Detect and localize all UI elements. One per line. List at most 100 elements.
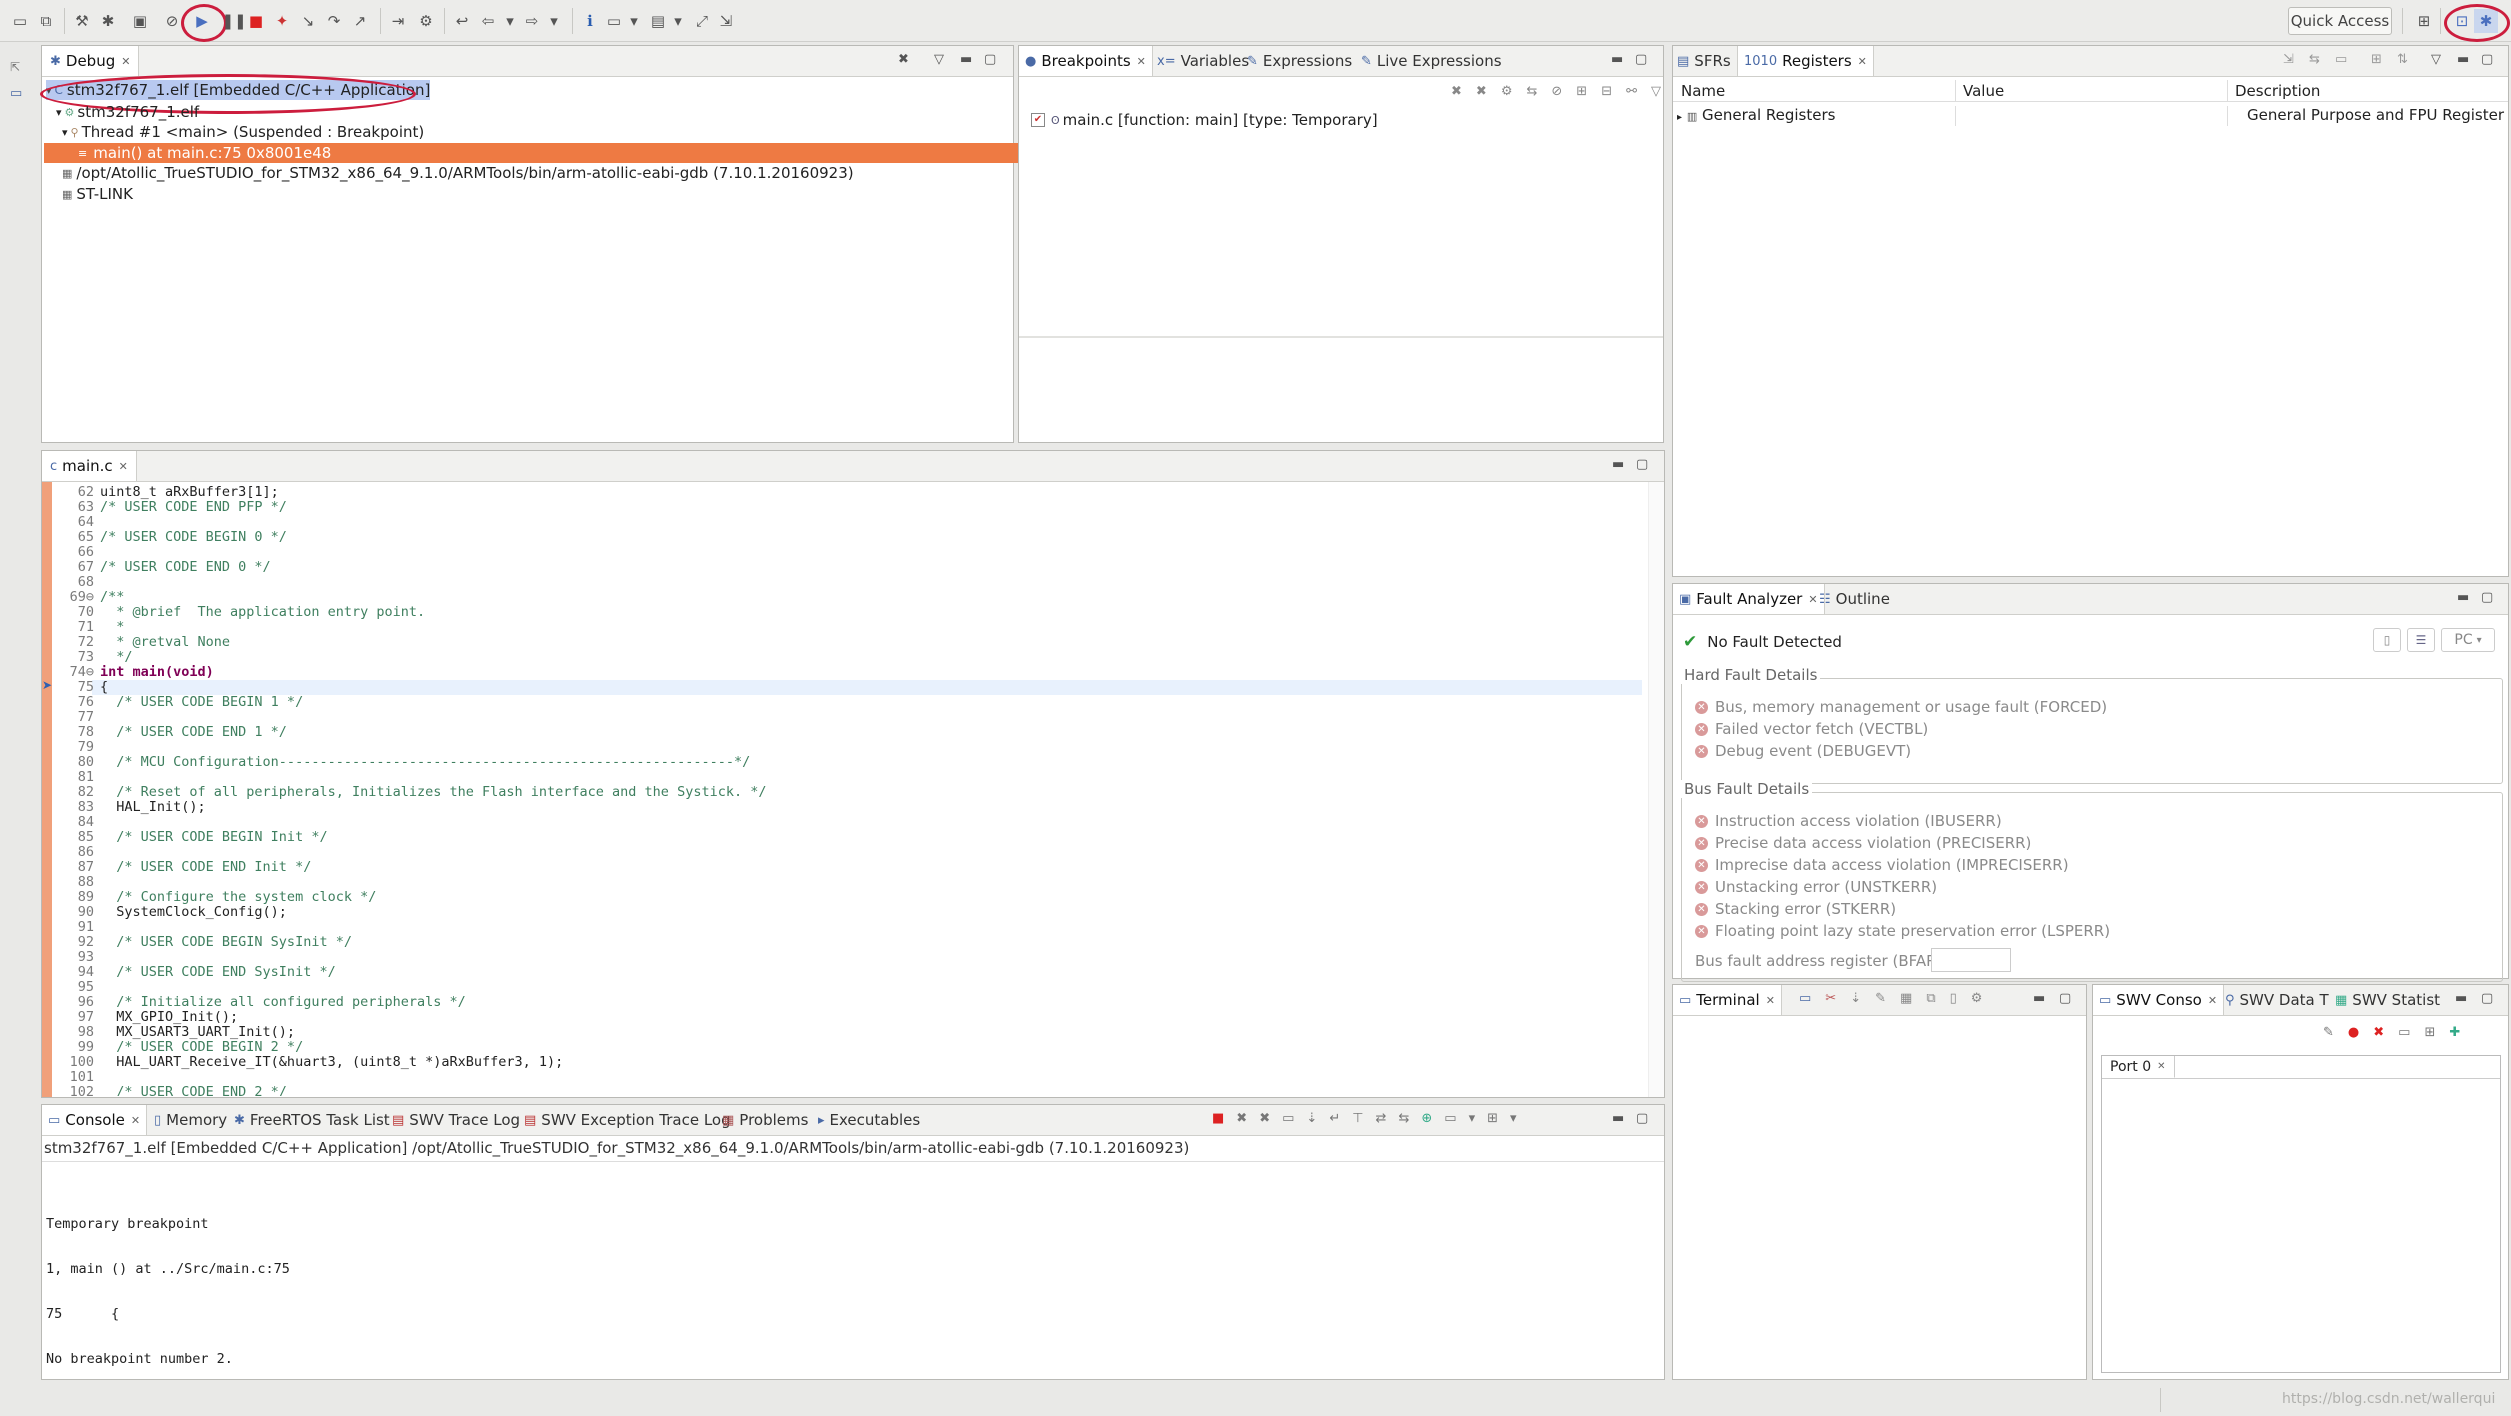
display-console-icon[interactable]: ▭ <box>1444 1111 1456 1126</box>
nav-forward-icon[interactable]: ⇨ <box>520 9 544 33</box>
nav-back-icon[interactable]: ⇦ <box>476 9 500 33</box>
code-line[interactable]: 70 * @brief The application entry point. <box>50 604 425 620</box>
clear-console-icon[interactable]: ▭ <box>1282 1111 1294 1126</box>
chevron-down-icon[interactable]: ▾ <box>498 9 522 33</box>
step-return-icon[interactable]: ↗ <box>348 9 372 33</box>
scroll-lock-icon[interactable]: ⇣ <box>1850 991 1861 1006</box>
tab-debug[interactable]: ✱ Debug ✕ <box>42 46 140 76</box>
chevron-right-icon[interactable]: ▸ <box>1677 112 1682 123</box>
minimized-view-icon[interactable]: ▭ <box>10 86 22 101</box>
code-line[interactable]: 90 SystemClock_Config(); <box>50 904 287 920</box>
register-action-icon[interactable]: ⇆ <box>2309 52 2320 67</box>
exit-icon[interactable]: ⇲ <box>714 9 738 33</box>
record-icon[interactable]: ● <box>2348 1025 2359 1040</box>
code-line[interactable]: 86 <box>50 844 100 860</box>
remove-launch-icon[interactable]: ✖ <box>1236 1111 1247 1126</box>
register-action-icon[interactable]: ⇲ <box>2283 52 2294 67</box>
minimize-icon[interactable]: ▬ <box>960 52 972 67</box>
scroll-lock-icon[interactable]: ⇣ <box>1306 1111 1317 1126</box>
new-console-icon[interactable]: ⊞ <box>1487 1111 1498 1126</box>
tab-console[interactable]: ▭ Console ✕ <box>42 1105 148 1135</box>
save-icon[interactable]: ▭ <box>8 9 32 33</box>
code-line[interactable]: 74⊖ int main(void) <box>50 664 214 680</box>
code-line[interactable]: 91 <box>50 919 100 935</box>
external-tools-icon[interactable]: ⚙ <box>414 9 438 33</box>
overview-ruler[interactable] <box>1648 482 1664 1097</box>
clear-icon[interactable]: ▭ <box>2398 1025 2410 1040</box>
code-line[interactable]: 87 /* USER CODE END Init */ <box>50 859 312 875</box>
code-line[interactable]: 76 /* USER CODE BEGIN 1 */ <box>50 694 303 710</box>
details-icon[interactable]: ☰ <box>2407 628 2435 652</box>
close-icon[interactable]: ✕ <box>2157 1061 2165 1072</box>
tab-main-c[interactable]: c main.c ✕ <box>42 451 137 481</box>
code-line[interactable]: 94 /* USER CODE END SysInit */ <box>50 964 336 980</box>
maximize-icon[interactable]: ▢ <box>1636 1111 1648 1126</box>
code-line[interactable]: 83 HAL_Init(); <box>50 799 206 815</box>
close-icon[interactable]: ✕ <box>119 460 128 473</box>
disconnect-icon[interactable]: ✦ <box>270 9 294 33</box>
tab-swv-exception-trace-log[interactable]: ▤ SWV Exception Trace Log <box>524 1105 731 1135</box>
copy-icon[interactable]: ⧉ <box>1926 991 1935 1006</box>
column-divider[interactable] <box>1955 80 1956 102</box>
register-action-icon[interactable]: ⇅ <box>2397 52 2408 67</box>
code-area[interactable]: 62 uint8_t aRxBuffer3[1]; 63 /* USER CODE E… <box>50 484 1640 1096</box>
close-icon[interactable]: ✕ <box>1808 593 1817 606</box>
code-line[interactable]: 97 MX_GPIO_Init(); <box>50 1009 238 1025</box>
show-on-error-icon[interactable]: ⇆ <box>1398 1111 1409 1126</box>
remove-all-icon[interactable]: ✖ <box>1259 1111 1270 1126</box>
chevron-down-icon[interactable]: ▾ <box>542 9 566 33</box>
close-icon[interactable]: ✕ <box>1766 994 1775 1007</box>
remove-all-terminated-icon[interactable]: ✖ <box>898 52 909 67</box>
open-perspective-icon[interactable]: ⊞ <box>2412 9 2436 33</box>
chevron-down-icon[interactable]: ▾ <box>1510 1111 1517 1126</box>
code-line[interactable]: 71 * <box>50 619 125 635</box>
skip-all-icon[interactable]: ⊘ <box>1551 84 1562 104</box>
expand-all-icon[interactable]: ⊞ <box>1576 84 1587 104</box>
code-line[interactable]: 95 <box>50 979 100 995</box>
detail-pane-divider[interactable] <box>1019 336 1663 338</box>
minimize-icon[interactable]: ▬ <box>1612 457 1624 472</box>
maximize-icon[interactable]: ▢ <box>2481 991 2493 1006</box>
register-action-icon[interactable]: ▭ <box>2335 52 2347 67</box>
tab-terminal[interactable]: ▭ Terminal ✕ <box>1673 985 1782 1015</box>
code-line[interactable]: 88 <box>50 874 100 890</box>
maximize-icon[interactable]: ▢ <box>1636 457 1648 472</box>
step-into-icon[interactable]: ↘ <box>296 9 320 33</box>
tab-live-expressions[interactable]: ✎ Live Expressions <box>1361 46 1502 76</box>
code-line[interactable]: 93 <box>50 949 100 965</box>
tab-freertos[interactable]: ✱ FreeRTOS Task List <box>234 1105 390 1135</box>
code-line[interactable]: 78 /* USER CODE END 1 */ <box>50 724 287 740</box>
quick-access-input[interactable]: Quick Access <box>2288 7 2392 35</box>
close-icon[interactable]: ✕ <box>121 55 130 68</box>
tab-breakpoints[interactable]: ● Breakpoints ✕ <box>1019 46 1153 76</box>
terminate-icon[interactable]: ■ <box>244 9 268 33</box>
table-row[interactable]: ▸ ▥ General Registers General Purpose an… <box>1673 106 2508 126</box>
close-icon[interactable]: ✕ <box>1137 55 1146 68</box>
maximize-icon[interactable]: ▢ <box>2481 52 2493 67</box>
column-name[interactable]: Name <box>1681 82 1725 100</box>
back-icon[interactable]: ↩ <box>450 9 474 33</box>
breakpoint-entry[interactable]: ✔ ʘ main.c [function: main] [type: Tempo… <box>1031 110 1378 130</box>
pc-dropdown[interactable]: PC ▾ <box>2441 628 2495 652</box>
pin-console-icon[interactable]: ⊤ <box>1352 1111 1363 1126</box>
code-line[interactable]: 89 /* Configure the system clock */ <box>50 889 377 905</box>
minimize-icon[interactable]: ▬ <box>2457 52 2469 67</box>
collapse-all-icon[interactable]: ⊟ <box>1601 84 1612 104</box>
close-icon[interactable]: ✕ <box>2208 994 2217 1007</box>
show-on-output-icon[interactable]: ⇄ <box>1376 1111 1387 1126</box>
tab-memory[interactable]: ▯ Memory <box>154 1105 227 1135</box>
info-icon[interactable]: ℹ <box>578 9 602 33</box>
code-line[interactable]: 62 uint8_t aRxBuffer3[1]; <box>50 484 279 500</box>
suspend-icon[interactable]: ❚❚ <box>221 9 246 33</box>
maximize-icon[interactable]: ⤢ <box>690 9 714 33</box>
view-menu-icon[interactable]: ▽ <box>934 52 944 67</box>
tab-sfrs[interactable]: ▤ SFRs <box>1677 46 1731 76</box>
breakpoint-checkbox[interactable]: ✔ <box>1031 113 1045 127</box>
instruction-stepping-icon[interactable]: ⇥ <box>386 9 410 33</box>
terminate-icon[interactable]: ■ <box>1212 1111 1224 1126</box>
view-menu-icon[interactable]: ▽ <box>2431 52 2441 67</box>
minimize-icon[interactable]: ▬ <box>1612 1111 1624 1126</box>
chevron-down-icon[interactable]: ▾ <box>666 9 690 33</box>
tab-problems[interactable]: ▦ Problems <box>722 1105 808 1135</box>
code-line[interactable]: 67 /* USER CODE END 0 */ <box>50 559 271 575</box>
